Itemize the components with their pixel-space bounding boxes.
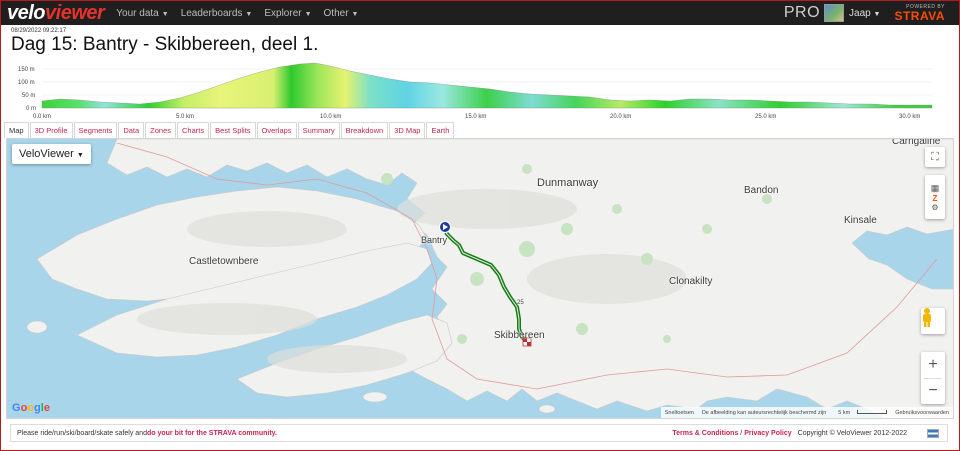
- footer-links: Terms & Conditions / Privacy Policy: [672, 430, 791, 437]
- street-view-pegman[interactable]: [921, 308, 945, 334]
- place-castletownbere: Castletownbere: [189, 256, 259, 267]
- route-map[interactable]: Carrigaline Dunmanway Bandon Kinsale Cas…: [6, 138, 954, 419]
- map-canvas[interactable]: [7, 139, 954, 419]
- map-type-select[interactable]: VeloViewer ▼: [12, 144, 91, 164]
- nav-label: Your data: [116, 7, 159, 19]
- x-tick-label: 30.0 km: [899, 114, 920, 120]
- tab-best-splits[interactable]: Best Splits: [210, 122, 256, 138]
- strava-label: STRAVA: [894, 9, 945, 23]
- pegman-icon: [923, 308, 931, 327]
- keyboard-shortcuts-link[interactable]: Sneltoetsen: [661, 410, 698, 416]
- community-link[interactable]: do your bit for the STRAVA community.: [147, 430, 277, 437]
- land-masses: [26, 139, 953, 418]
- caret-down-icon: ▼: [161, 10, 169, 18]
- scale-label: 5 km: [838, 409, 851, 416]
- tab-charts[interactable]: Charts: [177, 122, 210, 138]
- x-tick-label: 10.0 km: [320, 114, 341, 120]
- nav-leaderboards[interactable]: Leaderboards ▼: [181, 8, 253, 19]
- elevation-area: [41, 62, 933, 109]
- google-logo[interactable]: Google: [12, 402, 50, 414]
- zoom-in-button[interactable]: +: [928, 352, 937, 378]
- nav-your-data[interactable]: Your data ▼: [116, 8, 168, 19]
- footer: Please ride/run/ski/board/skate safely a…: [10, 424, 948, 442]
- place-bantry: Bantry: [421, 235, 448, 245]
- place-carrigaline: Carrigaline: [892, 138, 941, 147]
- nav-explorer[interactable]: Explorer ▼: [264, 8, 311, 19]
- safety-notice: Please ride/run/ski/board/skate safely a…: [17, 429, 147, 437]
- logo-part-b: viewer: [45, 1, 105, 24]
- elevation-profile[interactable]: 150 m 100 m 50 m 0 m 0.0 km 5.0 km 10.0 …: [0, 58, 960, 122]
- privacy-link[interactable]: Privacy Policy: [744, 430, 791, 437]
- place-skibbereen: Skibbereen: [494, 330, 545, 341]
- x-tick-label: 25.0 km: [755, 114, 776, 120]
- fullscreen-icon: ⛶: [931, 150, 939, 163]
- gear-icon[interactable]: ⚙: [931, 203, 938, 212]
- avatar[interactable]: [824, 4, 845, 22]
- footer-copyright: Copyright © VeloViewer 2012-2022: [797, 429, 907, 437]
- nav-label: Other: [323, 7, 349, 19]
- strava-logo[interactable]: POWERED BY STRAVA: [894, 4, 945, 22]
- scale-bar: [857, 410, 888, 415]
- caret-down-icon: ▼: [304, 10, 312, 18]
- x-tick-label: 0.0 km: [33, 114, 51, 120]
- fullscreen-button[interactable]: ⛶: [925, 147, 945, 167]
- caret-down-icon: ▼: [873, 10, 881, 18]
- grid-icon[interactable]: ▦: [931, 183, 940, 194]
- zoom-control: + −: [921, 352, 945, 404]
- map-tools: ▦ Z ⚙: [925, 175, 945, 219]
- y-tick-label: 50 m: [22, 93, 35, 99]
- tab-earth[interactable]: Earth: [426, 122, 455, 138]
- x-tick-label: 20.0 km: [610, 114, 631, 120]
- terms-link[interactable]: Terms & Conditions: [672, 430, 738, 437]
- veloviewer-logo[interactable]: veloviewer: [7, 1, 105, 25]
- top-nav: veloviewer Your data ▼ Leaderboards ▼ Expl…: [1, 1, 959, 25]
- nav-label: Leaderboards: [180, 7, 243, 19]
- scale-indicator[interactable]: 5 km: [830, 410, 891, 416]
- user-menu[interactable]: Jaap ▼: [849, 8, 880, 19]
- language-flag-icon[interactable]: [927, 428, 939, 438]
- tab-overlaps[interactable]: Overlaps: [256, 122, 297, 138]
- tab-zones[interactable]: Zones: [145, 122, 177, 138]
- y-tick-label: 100 m: [18, 80, 35, 86]
- map-attribution: Sneltoetsen De afbeelding kan auteursrec…: [660, 407, 953, 418]
- start-flag-icon[interactable]: [439, 221, 451, 233]
- tab-map[interactable]: Map: [4, 122, 29, 138]
- elevation-x-axis: 0.0 km 5.0 km 10.0 km 15.0 km 20.0 km 25…: [33, 114, 920, 120]
- terms-of-use-link[interactable]: Gebruiksvoorwaarden: [891, 410, 953, 416]
- tab-3d-profile[interactable]: 3D Profile: [29, 122, 73, 138]
- copyright-notice: De afbeelding kan auteursrechtelijk besc…: [701, 409, 827, 416]
- y-tick-label: 0 m: [26, 106, 36, 112]
- strava-heatmap-icon[interactable]: Z: [933, 194, 938, 203]
- activity-tabs: Map 3D Profile Segments Data Zones Chart…: [4, 122, 455, 138]
- tab-summary[interactable]: Summary: [297, 122, 340, 138]
- place-dunmanway: Dunmanway: [537, 177, 599, 189]
- tab-data[interactable]: Data: [118, 122, 145, 138]
- x-tick-label: 15.0 km: [465, 114, 486, 120]
- route-marker-25: 25: [517, 300, 524, 306]
- map-type-label: VeloViewer: [19, 148, 74, 160]
- tab-segments[interactable]: Segments: [73, 122, 118, 138]
- tab-breakdown[interactable]: Breakdown: [340, 122, 389, 138]
- page-title: Dag 15: Bantry - Skibbereen, deel 1.: [11, 34, 319, 55]
- zoom-out-button[interactable]: −: [924, 378, 942, 404]
- logo-part-a: velo: [7, 1, 46, 24]
- place-kinsale: Kinsale: [844, 215, 877, 226]
- pro-badge: PRO: [783, 4, 821, 21]
- caret-down-icon: ▼: [245, 10, 253, 18]
- caret-down-icon: ▼: [351, 10, 359, 18]
- nav-label: Explorer: [264, 7, 302, 19]
- x-tick-label: 5.0 km: [176, 114, 194, 120]
- user-name: Jaap: [849, 7, 871, 19]
- place-bandon: Bandon: [744, 185, 779, 196]
- y-tick-label: 150 m: [18, 67, 35, 73]
- caret-down-icon: ▼: [76, 152, 84, 159]
- place-clonakilty: Clonakilty: [669, 276, 713, 287]
- tab-3d-map[interactable]: 3D Map: [389, 122, 426, 138]
- nav-other[interactable]: Other ▼: [324, 8, 359, 19]
- nav-right: PRO Jaap ▼ POWERED BY STRAVA: [784, 4, 959, 22]
- elevation-y-axis: 150 m 100 m 50 m 0 m: [18, 67, 36, 112]
